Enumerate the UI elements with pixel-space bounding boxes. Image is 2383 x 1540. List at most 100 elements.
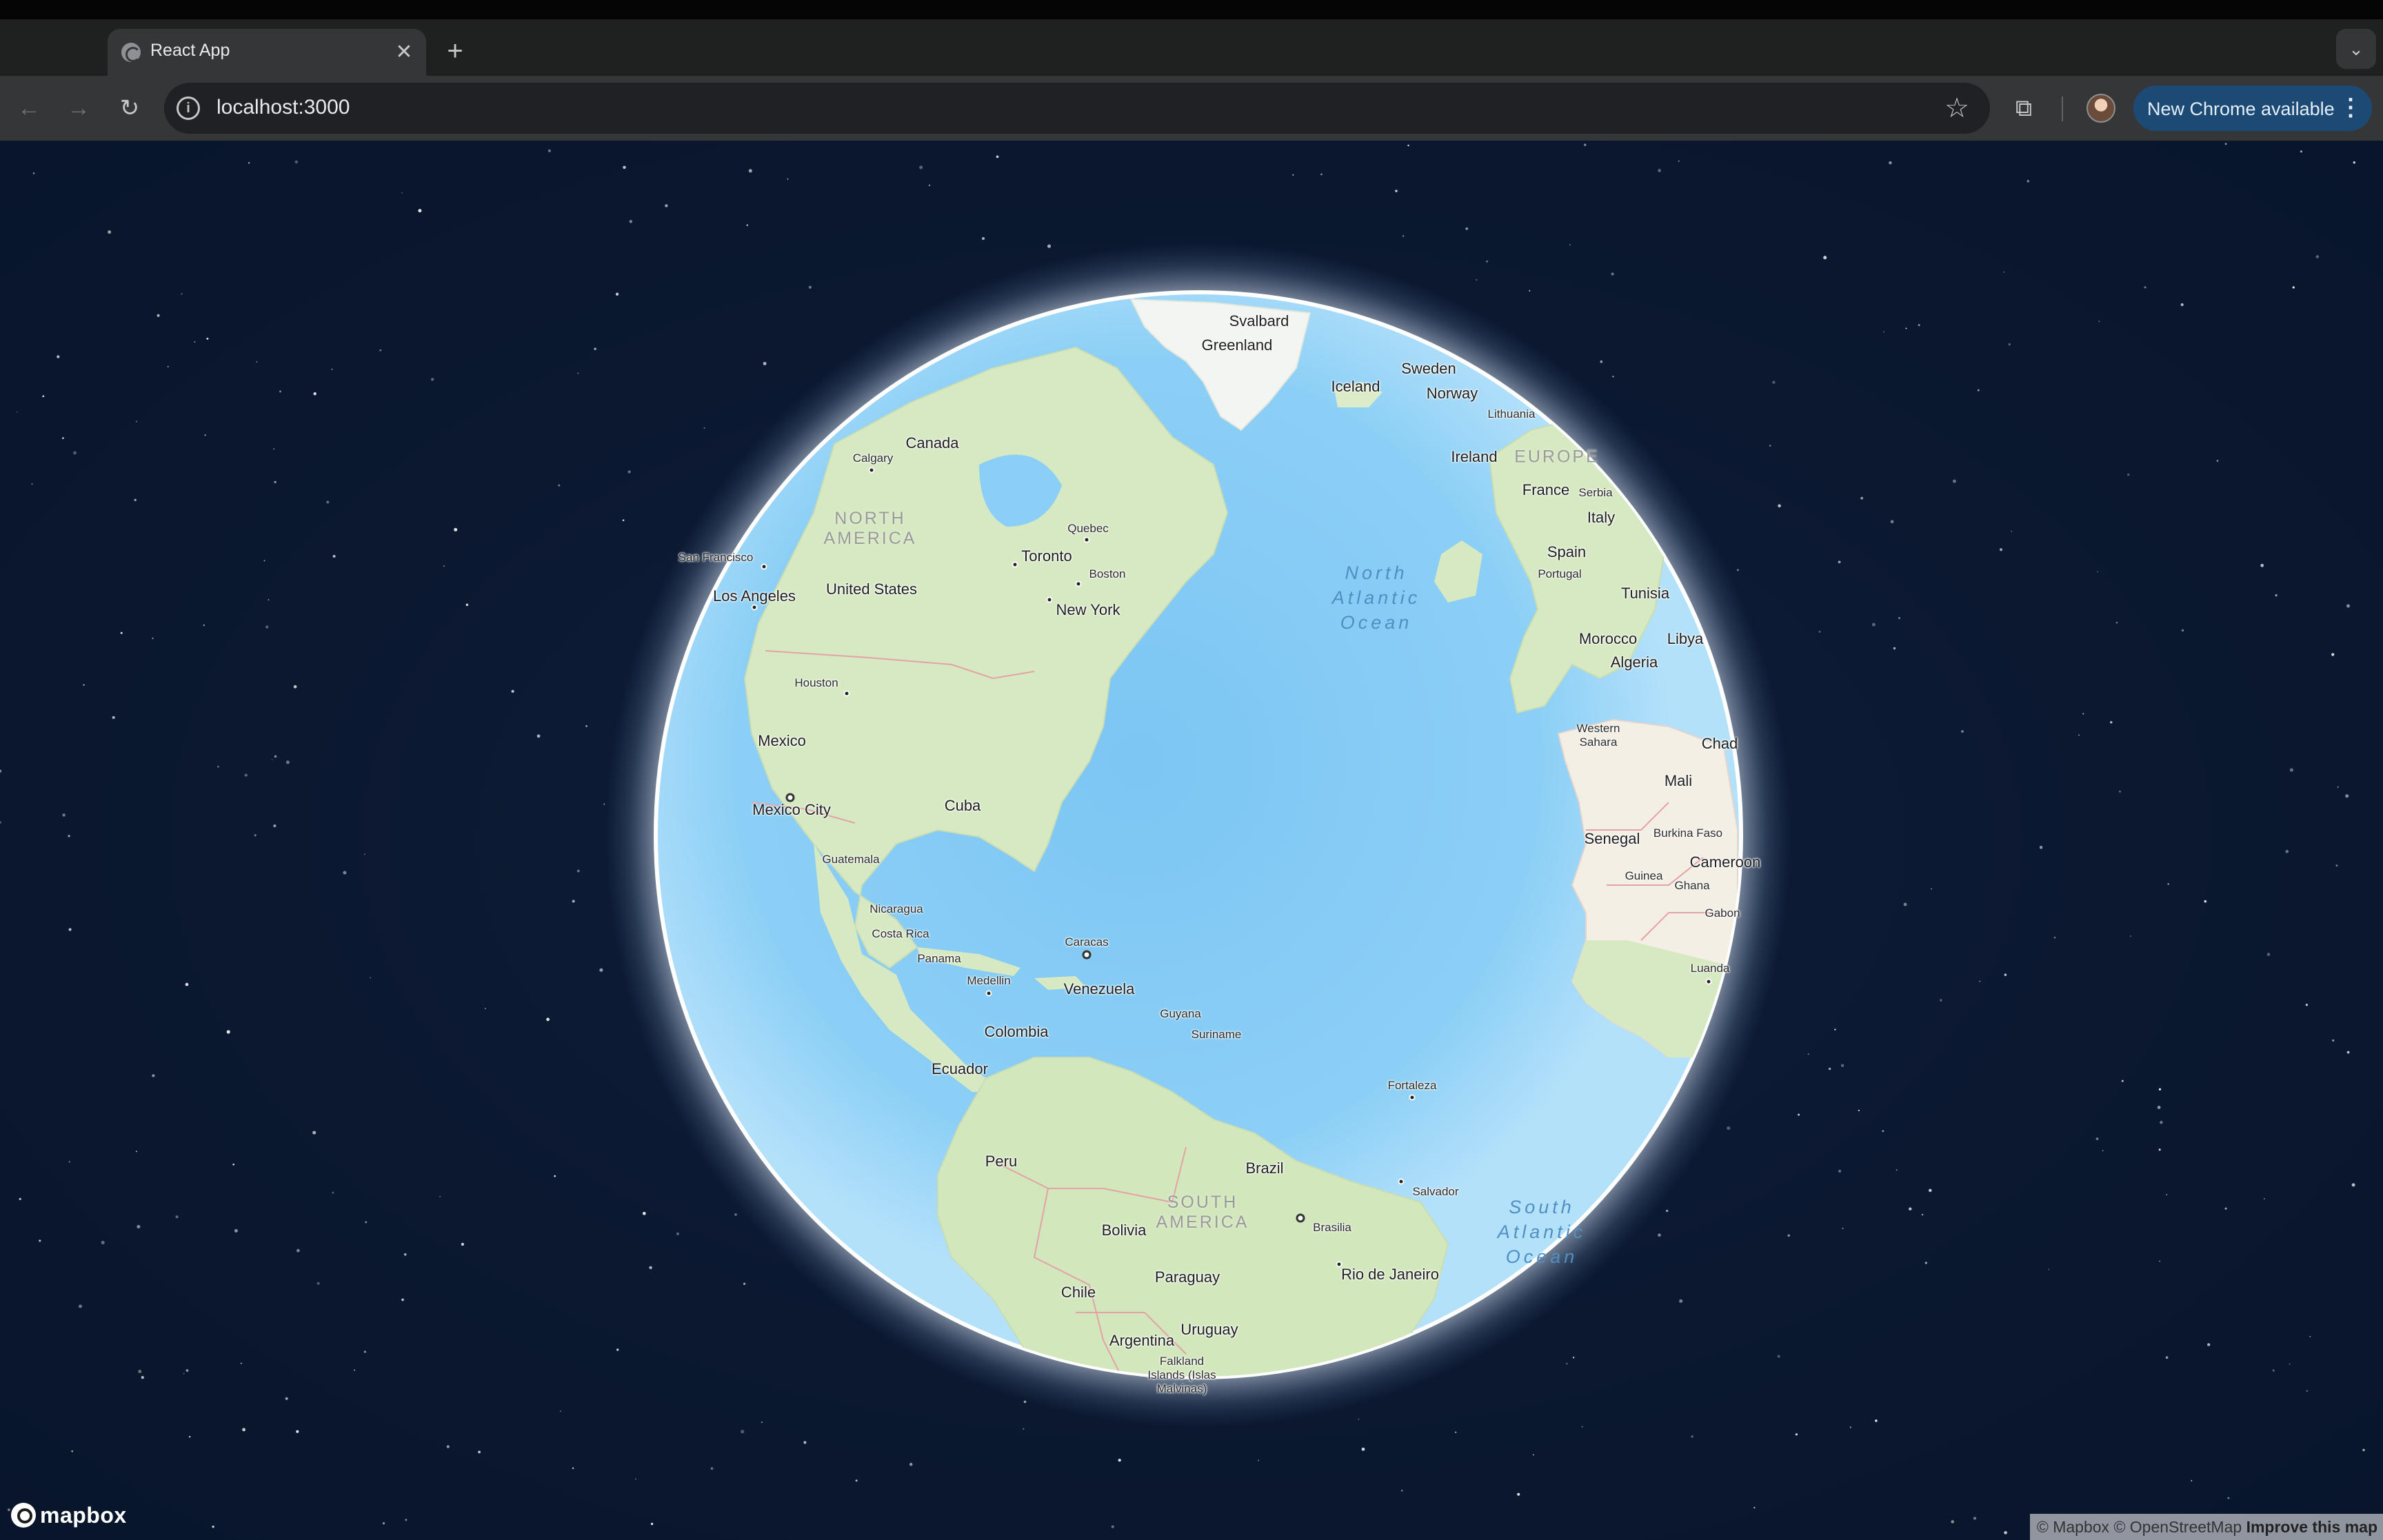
label-san-francisco[interactable]: San Francisco (678, 551, 754, 565)
city-dot-medellin (985, 990, 992, 997)
label-mexico[interactable]: Mexico (758, 732, 806, 750)
label-calgary[interactable]: Calgary (853, 452, 894, 465)
label-mali[interactable]: Mali (1665, 772, 1692, 790)
address-bar[interactable]: i localhost:3000 ☆ (164, 83, 1990, 134)
kebab-menu-icon[interactable]: ⋮ (2339, 92, 2362, 123)
label-caracas[interactable]: Caracas (1065, 935, 1108, 949)
label-spain[interactable]: Spain (1547, 543, 1586, 561)
label-guatemala[interactable]: Guatemala (822, 853, 879, 867)
label-gabon[interactable]: Gabon (1705, 906, 1740, 920)
label-brasilia[interactable]: Brasilia (1313, 1221, 1351, 1235)
label-tunisia[interactable]: Tunisia (1621, 585, 1669, 602)
label-western-sahara[interactable]: Western Sahara (1577, 722, 1620, 749)
toolbar-divider (2062, 97, 2063, 121)
label-guinea[interactable]: Guinea (1625, 869, 1663, 883)
label-cuba[interactable]: Cuba (945, 797, 981, 815)
label-houston[interactable]: Houston (794, 676, 838, 690)
mapbox-logo-icon (11, 1503, 36, 1528)
label-suriname[interactable]: Suriname (1192, 1028, 1242, 1042)
label-uruguay[interactable]: Uruguay (1180, 1321, 1238, 1339)
label-europe[interactable]: EUROPE (1514, 447, 1600, 467)
label-libya[interactable]: Libya (1667, 630, 1704, 648)
label-luanda[interactable]: Luanda (1691, 962, 1730, 975)
label-cameroon[interactable]: Cameroon (1690, 853, 1761, 871)
label-sweden[interactable]: Sweden (1401, 360, 1456, 378)
forward-button[interactable]: → (59, 90, 98, 128)
label-canada[interactable]: Canada (905, 434, 958, 452)
label-colombia[interactable]: Colombia (985, 1023, 1049, 1041)
close-icon[interactable]: ✕ (390, 39, 418, 66)
label-svalbard[interactable]: Svalbard (1229, 312, 1289, 330)
label-nicaragua[interactable]: Nicaragua (869, 902, 923, 916)
label-panama[interactable]: Panama (917, 952, 961, 966)
label-peru[interactable]: Peru (985, 1153, 1017, 1171)
label-serbia[interactable]: Serbia (1578, 486, 1612, 500)
label-burkina-faso[interactable]: Burkina Faso (1653, 827, 1722, 840)
label-ecuador[interactable]: Ecuador (932, 1060, 988, 1078)
label-falkland-islands[interactable]: Falkland Islands (Islas Malvinas) (1147, 1355, 1216, 1396)
label-ireland[interactable]: Ireland (1451, 448, 1497, 466)
label-toronto[interactable]: Toronto (1021, 547, 1072, 565)
label-salvador[interactable]: Salvador (1412, 1185, 1458, 1199)
label-paraguay[interactable]: Paraguay (1155, 1268, 1220, 1286)
label-italy[interactable]: Italy (1587, 509, 1615, 527)
label-guyana[interactable]: Guyana (1160, 1007, 1201, 1021)
reload-button[interactable]: ↻ (110, 90, 149, 128)
info-icon[interactable]: i (177, 97, 200, 120)
city-dot-boston (1075, 580, 1082, 587)
label-costa-rica[interactable]: Costa Rica (872, 927, 929, 941)
label-france[interactable]: France (1522, 481, 1569, 499)
label-portugal[interactable]: Portugal (1538, 567, 1581, 581)
browser-toolbar: ← → ↻ i localhost:3000 ☆ ⧉ New Chrome av… (0, 76, 2383, 141)
map-canvas[interactable]: Svalbard Greenland Iceland Sweden Norway… (0, 141, 2383, 1540)
label-north-atlantic-ocean[interactable]: North Atlantic Ocean (1332, 560, 1421, 635)
label-venezuela[interactable]: Venezuela (1064, 980, 1135, 998)
label-boston[interactable]: Boston (1089, 567, 1126, 581)
label-medellin[interactable]: Medellin (967, 974, 1010, 988)
label-south-america[interactable]: SOUTH AMERICA (1156, 1193, 1249, 1233)
label-los-angeles[interactable]: Los Angeles (713, 587, 796, 605)
label-algeria[interactable]: Algeria (1611, 654, 1658, 671)
label-rio-de-janeiro[interactable]: Rio de Janeiro (1341, 1266, 1439, 1284)
label-iceland[interactable]: Iceland (1331, 378, 1380, 396)
back-button[interactable]: ← (10, 90, 48, 128)
label-bolivia[interactable]: Bolivia (1102, 1222, 1147, 1239)
label-united-states[interactable]: United States (826, 580, 917, 598)
profile-avatar[interactable] (2087, 94, 2115, 123)
city-dot-brasilia (1296, 1213, 1305, 1223)
tab-search-button[interactable]: ⌄ (2336, 29, 2376, 69)
attribution-osm-link[interactable]: © OpenStreetMap (2113, 1518, 2242, 1536)
label-south-atlantic-ocean[interactable]: South Atlantic Ocean (1498, 1195, 1587, 1269)
label-north-america[interactable]: NORTH AMERICA (824, 509, 917, 549)
url-text[interactable]: localhost:3000 (217, 96, 350, 119)
label-fortaleza[interactable]: Fortaleza (1388, 1079, 1437, 1093)
city-dot-salvador (1398, 1178, 1405, 1185)
city-dot-fortaleza (1409, 1094, 1416, 1101)
new-tab-button[interactable]: + (440, 37, 470, 68)
label-greenland[interactable]: Greenland (1202, 336, 1273, 354)
city-dot-new-york (1046, 596, 1053, 603)
city-dot-houston (843, 690, 850, 697)
label-mexico-city[interactable]: Mexico City (752, 801, 831, 819)
label-brazil[interactable]: Brazil (1245, 1159, 1283, 1177)
label-new-york[interactable]: New York (1056, 601, 1120, 619)
globe-icon (121, 43, 141, 62)
extensions-icon[interactable]: ⧉ (2007, 91, 2041, 125)
label-chad[interactable]: Chad (1702, 735, 1738, 753)
tab-strip: React App ✕ + ⌄ (0, 19, 2383, 76)
improve-this-map-link[interactable]: Improve this map (2246, 1518, 2377, 1536)
label-chile[interactable]: Chile (1061, 1284, 1096, 1301)
tab-react-app[interactable]: React App ✕ (108, 29, 426, 76)
bookmark-star-icon[interactable]: ☆ (1944, 92, 1969, 125)
mapbox-logo[interactable]: mapbox (11, 1501, 127, 1529)
city-dot-san-francisco (761, 563, 767, 570)
new-chrome-available-button[interactable]: New Chrome available ⋮ (2133, 85, 2372, 131)
label-lithuania[interactable]: Lithuania (1487, 407, 1535, 421)
label-argentina[interactable]: Argentina (1109, 1332, 1174, 1350)
label-norway[interactable]: Norway (1427, 385, 1478, 403)
label-ghana[interactable]: Ghana (1674, 879, 1709, 893)
label-senegal[interactable]: Senegal (1585, 830, 1640, 848)
label-quebec[interactable]: Quebec (1067, 522, 1109, 536)
label-morocco[interactable]: Morocco (1579, 630, 1637, 648)
attribution-mapbox-link[interactable]: © Mapbox (2037, 1518, 2109, 1536)
